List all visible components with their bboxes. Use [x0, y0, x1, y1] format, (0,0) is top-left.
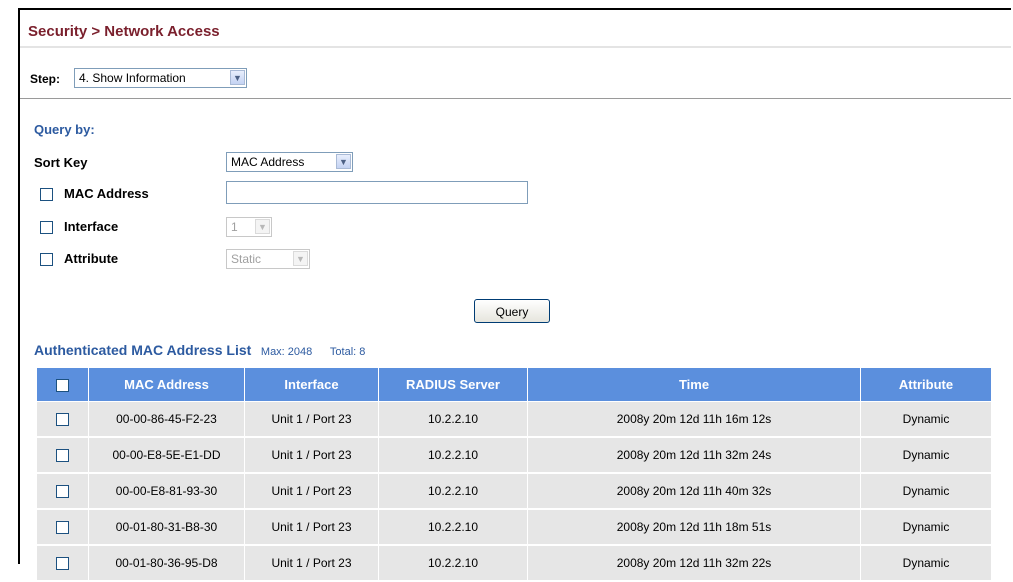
chevron-down-icon: ▼ — [255, 219, 270, 234]
sort-key-label: Sort Key — [34, 155, 88, 170]
attribute-select[interactable]: Static ▼ — [226, 249, 310, 269]
interface-label: Interface — [64, 219, 119, 234]
interface-cell: Unit 1 / Port 23 — [244, 437, 379, 474]
mac-cell: 00-00-E8-81-93-30 — [88, 473, 245, 510]
table-row: 00-01-80-36-95-D8 Unit 1 / Port 23 10.2.… — [36, 545, 992, 582]
radius-cell: 10.2.2.10 — [378, 473, 528, 510]
chevron-down-icon[interactable]: ▼ — [230, 70, 245, 85]
attribute-cell: Dynamic — [860, 509, 992, 546]
row-select-cell — [36, 545, 89, 582]
query-by-heading: Query by: — [34, 122, 95, 137]
sort-key-select[interactable]: MAC Address ▼ — [226, 152, 353, 172]
row-checkbox[interactable] — [55, 485, 69, 499]
page-title: Security > Network Access — [28, 23, 220, 40]
title-bar: Security > Network Access — [20, 10, 1011, 48]
row-select-cell — [36, 509, 89, 546]
column-header-interface: Interface — [244, 367, 379, 402]
chevron-down-icon[interactable]: ▼ — [336, 154, 351, 169]
interface-select-value: 1 — [231, 220, 238, 234]
list-total: Total: 8 — [329, 346, 366, 358]
select-all-header — [36, 367, 89, 402]
step-label: Step: — [30, 72, 60, 86]
mac-address-table: MAC Address Interface RADIUS Server Time… — [36, 367, 992, 582]
row-checkbox[interactable] — [55, 413, 69, 427]
step-select[interactable]: 4. Show Information ▼ — [74, 68, 247, 88]
interface-cell: Unit 1 / Port 23 — [244, 401, 379, 438]
attribute-checkbox[interactable] — [40, 253, 53, 266]
row-select-cell — [36, 437, 89, 474]
radius-cell: 10.2.2.10 — [378, 401, 528, 438]
table-header-row: MAC Address Interface RADIUS Server Time… — [36, 367, 992, 402]
interface-cell: Unit 1 / Port 23 — [244, 509, 379, 546]
table-row: 00-00-E8-81-93-30 Unit 1 / Port 23 10.2.… — [36, 473, 992, 510]
sort-key-select-value: MAC Address — [231, 155, 305, 169]
time-cell: 2008y 20m 12d 11h 32m 24s — [527, 437, 861, 474]
chevron-down-icon: ▼ — [293, 251, 308, 266]
list-title: Authenticated MAC Address List Max: 2048… — [34, 342, 365, 358]
mac-address-input[interactable] — [226, 181, 528, 204]
radius-cell: 10.2.2.10 — [378, 545, 528, 582]
mac-address-label: MAC Address — [64, 186, 149, 201]
mac-cell: 00-00-86-45-F2-23 — [88, 401, 245, 438]
table-row: 00-00-86-45-F2-23 Unit 1 / Port 23 10.2.… — [36, 401, 992, 438]
column-header-radius: RADIUS Server — [378, 367, 528, 402]
select-all-checkbox[interactable] — [56, 379, 69, 393]
radius-cell: 10.2.2.10 — [378, 509, 528, 546]
row-checkbox[interactable] — [55, 449, 69, 463]
time-cell: 2008y 20m 12d 11h 18m 51s — [527, 509, 861, 546]
mac-cell: 00-01-80-36-95-D8 — [88, 545, 245, 582]
mac-cell: 00-01-80-31-B8-30 — [88, 509, 245, 546]
attribute-cell: Dynamic — [860, 437, 992, 474]
attribute-cell: Dynamic — [860, 545, 992, 582]
table-row: 00-00-E8-5E-E1-DD Unit 1 / Port 23 10.2.… — [36, 437, 992, 474]
content-frame: Security > Network Access Step: 4. Show … — [18, 8, 1011, 582]
row-select-cell — [36, 473, 89, 510]
column-header-time: Time — [527, 367, 861, 402]
row-select-cell — [36, 401, 89, 438]
row-checkbox[interactable] — [55, 521, 69, 535]
attribute-cell: Dynamic — [860, 473, 992, 510]
step-select-value: 4. Show Information — [79, 71, 186, 85]
radius-cell: 10.2.2.10 — [378, 437, 528, 474]
mac-cell: 00-00-E8-5E-E1-DD — [88, 437, 245, 474]
time-cell: 2008y 20m 12d 11h 32m 22s — [527, 545, 861, 582]
interface-cell: Unit 1 / Port 23 — [244, 473, 379, 510]
list-max: Max: 2048 — [260, 346, 313, 358]
attribute-label: Attribute — [64, 251, 119, 266]
list-title-text: Authenticated MAC Address List — [34, 342, 252, 358]
mac-address-checkbox[interactable] — [40, 188, 53, 201]
step-row: Step: 4. Show Information ▼ — [20, 58, 1011, 99]
column-header-attribute: Attribute — [860, 367, 992, 402]
attribute-cell: Dynamic — [860, 401, 992, 438]
query-button[interactable]: Query — [474, 299, 550, 323]
attribute-select-value: Static — [231, 252, 262, 266]
time-cell: 2008y 20m 12d 11h 40m 32s — [527, 473, 861, 510]
interface-select[interactable]: 1 ▼ — [226, 217, 272, 237]
column-header-mac: MAC Address — [88, 367, 245, 402]
interface-checkbox[interactable] — [40, 221, 53, 234]
time-cell: 2008y 20m 12d 11h 16m 12s — [527, 401, 861, 438]
interface-cell: Unit 1 / Port 23 — [244, 545, 379, 582]
table-row: 00-01-80-31-B8-30 Unit 1 / Port 23 10.2.… — [36, 509, 992, 546]
